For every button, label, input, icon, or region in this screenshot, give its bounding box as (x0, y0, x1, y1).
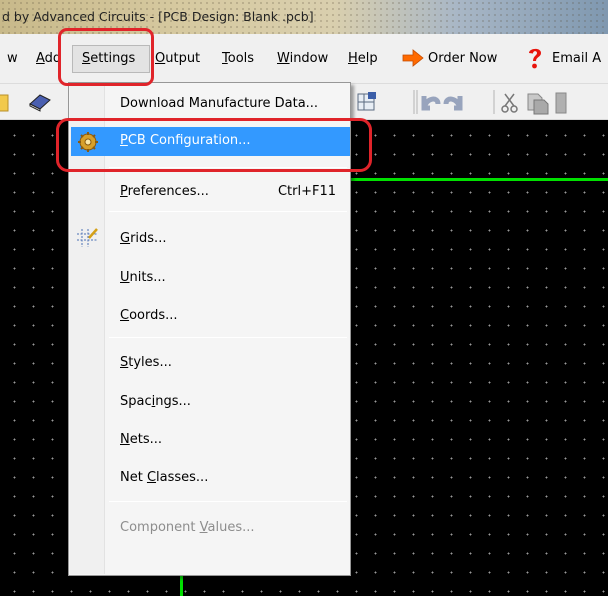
board-outline-left (180, 576, 183, 596)
menu-separator (109, 211, 347, 212)
grid-icon (77, 228, 98, 247)
menu-item-styles[interactable]: Styles... (71, 349, 350, 377)
menu-email[interactable]: Email A (552, 51, 601, 66)
preferences-shortcut: Ctrl+F11 (277, 184, 336, 199)
menu-item-grids[interactable]: Grids... (71, 225, 350, 253)
menu-output[interactable]: Output (155, 51, 200, 66)
menu-item-download-manufacture-data[interactable]: Download Manufacture Data... (71, 90, 350, 118)
menu-item-coords[interactable]: Coords... (71, 302, 350, 330)
window-title: d by Advanced Circuits - [PCB Design: Bl… (2, 9, 314, 24)
menu-tools[interactable]: Tools (222, 51, 254, 66)
board-outline-top (350, 178, 608, 181)
cut-icon[interactable] (492, 88, 608, 116)
menu-item-spacings[interactable]: Spacings... (71, 388, 350, 416)
open-folder-icon[interactable] (0, 92, 10, 114)
arrow-right-icon[interactable] (402, 48, 424, 68)
menu-item-nets[interactable]: Nets... (71, 426, 350, 454)
menu-help[interactable]: Help (348, 51, 378, 66)
menu-item-preferences[interactable]: Preferences... Ctrl+F11 (71, 178, 350, 206)
menu-item-net-classes[interactable]: Net Classes... (71, 464, 350, 492)
menu-separator (109, 337, 347, 338)
menu-order-now[interactable]: Order Now (428, 51, 497, 66)
undo-icon[interactable] (412, 88, 472, 116)
annotation-pcb-config-highlight (56, 118, 372, 172)
annotation-settings-highlight (58, 28, 154, 86)
question-mark-icon[interactable] (525, 45, 545, 71)
menu-window[interactable]: Window (277, 51, 328, 66)
menu-item-units[interactable]: Units... (71, 264, 350, 292)
menu-view[interactable]: w (7, 51, 18, 66)
book-icon[interactable] (27, 90, 53, 114)
grid-properties-icon[interactable] (354, 90, 380, 114)
menu-item-component-values: Component Values... (120, 520, 255, 535)
menu-separator (109, 501, 347, 502)
